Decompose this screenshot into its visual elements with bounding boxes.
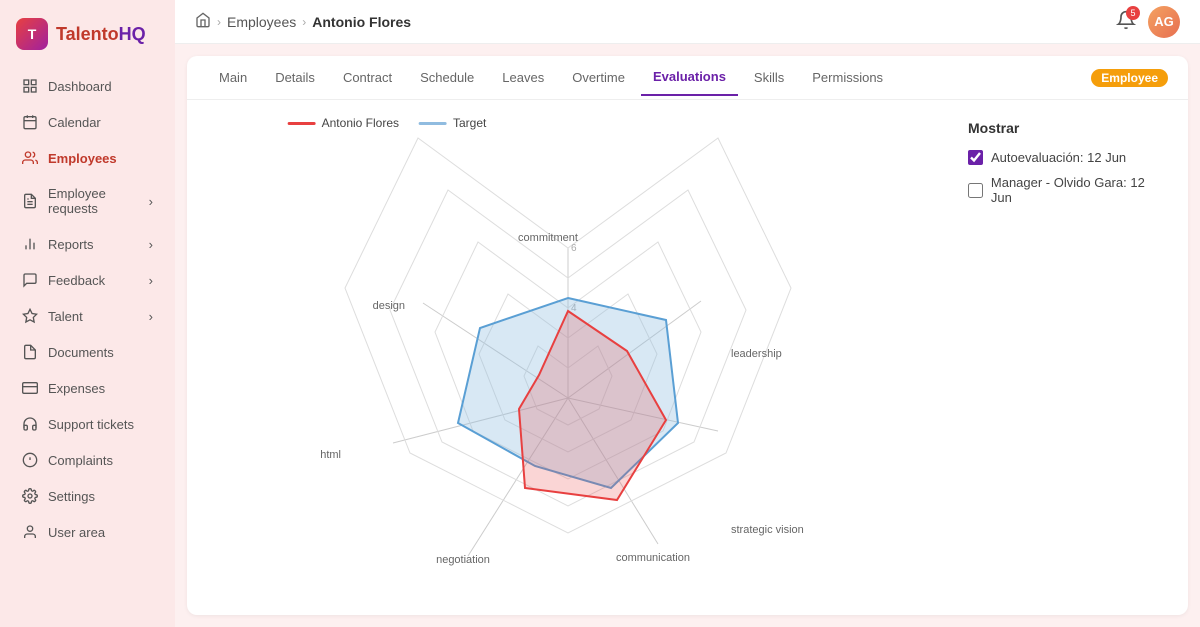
legend-series2-label: Target bbox=[453, 116, 486, 130]
legend-line1 bbox=[288, 122, 316, 125]
sidebar-item-calendar[interactable]: Calendar bbox=[6, 105, 169, 139]
scale-label-6: 6 bbox=[571, 243, 577, 254]
topbar-actions: 5 AG bbox=[1116, 6, 1180, 38]
headphones-icon bbox=[22, 416, 38, 432]
sidebar-item-support-label: Support tickets bbox=[48, 417, 153, 432]
sidebar-item-settings[interactable]: Settings bbox=[6, 479, 169, 513]
settings-icon bbox=[22, 488, 38, 504]
label-negotiation: negotiation bbox=[436, 554, 490, 566]
check-manager-label: Manager - Olvido Gara: 12 Jun bbox=[991, 175, 1168, 205]
main-panel: › Employees › Antonio Flores 5 AG Main D… bbox=[175, 0, 1200, 627]
sidebar-item-reports-label: Reports bbox=[48, 237, 139, 252]
label-html: html bbox=[320, 449, 341, 461]
sidebar-item-user-area-label: User area bbox=[48, 525, 153, 540]
breadcrumb: › Employees › Antonio Flores bbox=[195, 12, 1108, 31]
tab-main[interactable]: Main bbox=[207, 60, 259, 95]
label-leadership: leadership bbox=[731, 348, 782, 360]
chevron-right-icon4: › bbox=[149, 309, 153, 324]
grid-icon bbox=[22, 78, 38, 94]
right-panel: Mostrar Autoevaluación: 12 Jun Manager -… bbox=[948, 100, 1188, 615]
tab-schedule[interactable]: Schedule bbox=[408, 60, 486, 95]
tab-skills[interactable]: Skills bbox=[742, 60, 796, 95]
radar-chart: .grid-polygon { fill: none; stroke: #ddd… bbox=[223, 103, 913, 613]
tab-overtime[interactable]: Overtime bbox=[560, 60, 637, 95]
notification-badge: 5 bbox=[1126, 6, 1140, 20]
check-autoevaluacion-label: Autoevaluación: 12 Jun bbox=[991, 150, 1126, 165]
checkbox-autoevaluacion[interactable] bbox=[968, 150, 983, 165]
breadcrumb-home[interactable] bbox=[195, 12, 211, 31]
logo: T TalentoHQ bbox=[0, 10, 175, 68]
sidebar-item-complaints[interactable]: Complaints bbox=[6, 443, 169, 477]
sidebar-item-calendar-label: Calendar bbox=[48, 115, 153, 130]
bar-chart-icon bbox=[22, 236, 38, 252]
legend-series1-label: Antonio Flores bbox=[322, 116, 399, 130]
sidebar-item-user-area[interactable]: User area bbox=[6, 515, 169, 549]
sidebar-item-employee-requests-label: Employee requests bbox=[48, 186, 139, 216]
message-icon bbox=[22, 272, 38, 288]
file-text-icon bbox=[22, 193, 38, 209]
sidebar-item-expenses-label: Expenses bbox=[48, 381, 153, 396]
sidebar-item-settings-label: Settings bbox=[48, 489, 153, 504]
label-communication: communication bbox=[616, 552, 690, 564]
legend-line2 bbox=[419, 122, 447, 125]
tab-permissions[interactable]: Permissions bbox=[800, 60, 895, 95]
sidebar-item-documents-label: Documents bbox=[48, 345, 153, 360]
content-card: Main Details Contract Schedule Leaves Ov… bbox=[187, 56, 1188, 615]
sidebar-item-dashboard[interactable]: Dashboard bbox=[6, 69, 169, 103]
tab-details[interactable]: Details bbox=[263, 60, 327, 95]
tab-leaves[interactable]: Leaves bbox=[490, 60, 556, 95]
breadcrumb-employees[interactable]: Employees bbox=[227, 14, 296, 30]
credit-card-icon bbox=[22, 380, 38, 396]
sidebar-item-dashboard-label: Dashboard bbox=[48, 79, 153, 94]
legend-series2: Target bbox=[419, 116, 486, 130]
home-icon bbox=[195, 12, 211, 28]
chart-legend: Antonio Flores Target bbox=[288, 116, 487, 130]
user-icon bbox=[22, 524, 38, 540]
chevron-right-icon2: › bbox=[149, 237, 153, 252]
topbar: › Employees › Antonio Flores 5 AG bbox=[175, 0, 1200, 44]
sidebar-item-feedback[interactable]: Feedback › bbox=[6, 263, 169, 297]
label-strategic-vision: strategic vision bbox=[731, 524, 804, 536]
breadcrumb-sep2: › bbox=[302, 15, 306, 29]
sidebar-item-reports[interactable]: Reports › bbox=[6, 227, 169, 261]
sidebar-item-complaints-label: Complaints bbox=[48, 453, 153, 468]
chart-area: Antonio Flores Target bbox=[187, 100, 948, 615]
chevron-right-icon: › bbox=[149, 194, 153, 209]
sidebar-item-talent[interactable]: Talent › bbox=[6, 299, 169, 333]
breadcrumb-sep1: › bbox=[217, 15, 221, 29]
tab-evaluations[interactable]: Evaluations bbox=[641, 59, 738, 96]
sidebar-item-expenses[interactable]: Expenses bbox=[6, 371, 169, 405]
sidebar: T TalentoHQ Dashboard Calendar Employees… bbox=[0, 0, 175, 627]
calendar-icon bbox=[22, 114, 38, 130]
sidebar-item-employees-label: Employees bbox=[48, 151, 153, 166]
logo-icon: T bbox=[16, 18, 48, 50]
check-autoevaluacion[interactable]: Autoevaluación: 12 Jun bbox=[968, 150, 1168, 165]
checkbox-manager[interactable] bbox=[968, 183, 983, 198]
sidebar-item-support-tickets[interactable]: Support tickets bbox=[6, 407, 169, 441]
sidebar-item-talent-label: Talent bbox=[48, 309, 139, 324]
legend-series1: Antonio Flores bbox=[288, 116, 399, 130]
sidebar-item-feedback-label: Feedback bbox=[48, 273, 139, 288]
star-icon bbox=[22, 308, 38, 324]
logo-text: TalentoHQ bbox=[56, 24, 146, 45]
alert-circle-icon bbox=[22, 452, 38, 468]
sidebar-item-documents[interactable]: Documents bbox=[6, 335, 169, 369]
file-icon bbox=[22, 344, 38, 360]
chart-body: Antonio Flores Target bbox=[187, 100, 1188, 615]
employee-badge: Employee bbox=[1091, 69, 1168, 87]
label-commitment: commitment bbox=[518, 232, 578, 244]
sidebar-item-employees[interactable]: Employees bbox=[6, 141, 169, 175]
check-manager[interactable]: Manager - Olvido Gara: 12 Jun bbox=[968, 175, 1168, 205]
label-design: design bbox=[372, 300, 404, 312]
avatar[interactable]: AG bbox=[1148, 6, 1180, 38]
users-icon bbox=[22, 150, 38, 166]
notifications-button[interactable]: 5 bbox=[1116, 10, 1136, 33]
chevron-right-icon3: › bbox=[149, 273, 153, 288]
mostrar-title: Mostrar bbox=[968, 120, 1168, 136]
tabs-bar: Main Details Contract Schedule Leaves Ov… bbox=[187, 56, 1188, 100]
sidebar-item-employee-requests[interactable]: Employee requests › bbox=[6, 177, 169, 225]
tab-contract[interactable]: Contract bbox=[331, 60, 404, 95]
breadcrumb-antonio: Antonio Flores bbox=[312, 14, 411, 30]
